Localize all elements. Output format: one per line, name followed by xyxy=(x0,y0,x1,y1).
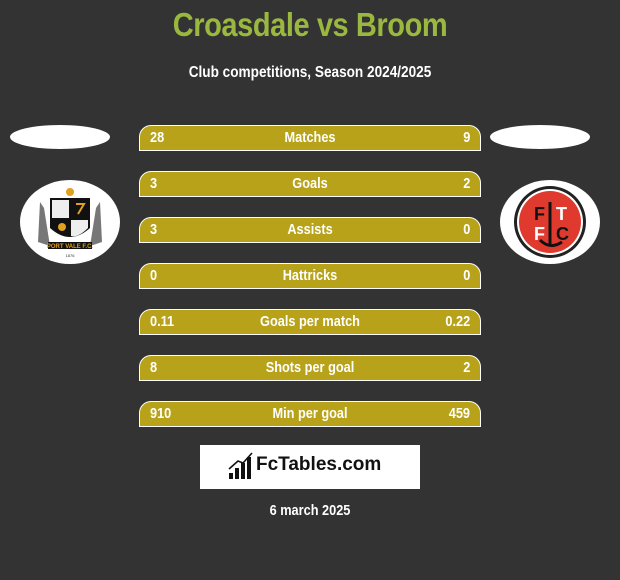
svg-text:C: C xyxy=(556,224,569,244)
left-team-logo[interactable]: PORT VALE F.C. 1876 xyxy=(20,180,120,264)
right-value: 0.22 xyxy=(445,313,470,330)
stat-row-min-per-goal: 910 Min per goal 459 xyxy=(139,401,481,427)
stat-label: Min per goal xyxy=(272,405,348,422)
stat-label: Goals xyxy=(292,175,328,192)
stat-row-goals-per-match: 0.11 Goals per match 0.22 xyxy=(139,309,481,335)
right-team-logo[interactable]: F T F C xyxy=(500,180,600,264)
stat-row-matches: 28 Matches 9 xyxy=(139,125,481,151)
right-team-oval xyxy=(490,125,590,149)
left-value: 0 xyxy=(150,267,158,284)
right-value: 2 xyxy=(462,359,470,376)
stat-row-hattricks: 0 Hattricks 0 xyxy=(139,263,481,289)
svg-text:T: T xyxy=(556,204,567,224)
stat-label: Assists xyxy=(287,221,333,238)
right-value: 459 xyxy=(448,405,470,422)
fctables-brand-link[interactable]: FcTables.com xyxy=(200,445,420,489)
page-title: Croasdale vs Broom xyxy=(172,6,448,43)
right-value: 0 xyxy=(462,267,470,284)
match-date: 6 march 2025 xyxy=(269,502,351,519)
stat-row-shots-per-goal: 8 Shots per goal 2 xyxy=(139,355,481,381)
right-value: 2 xyxy=(462,175,470,192)
competition-subtitle: Club competitions, Season 2024/2025 xyxy=(188,64,432,81)
right-value: 0 xyxy=(462,221,470,238)
svg-text:PORT VALE F.C.: PORT VALE F.C. xyxy=(47,244,94,250)
stat-label: Goals per match xyxy=(260,313,360,330)
left-value: 8 xyxy=(150,359,158,376)
left-team-oval xyxy=(10,125,110,149)
fleetwood-crest-icon: F T F C xyxy=(514,186,586,258)
stat-row-goals: 3 Goals 2 xyxy=(139,171,481,197)
svg-text:F: F xyxy=(534,204,545,224)
port-vale-crest-icon: PORT VALE F.C. 1876 xyxy=(38,188,102,258)
right-value: 9 xyxy=(462,129,470,146)
stat-label: Hattricks xyxy=(282,267,338,284)
stat-label: Shots per goal xyxy=(265,359,355,376)
bar-chart-icon xyxy=(228,452,253,479)
left-value: 3 xyxy=(150,221,158,238)
svg-text:1876: 1876 xyxy=(66,253,76,258)
brand-name: FcTables.com xyxy=(256,454,382,475)
left-value: 3 xyxy=(150,175,158,192)
left-value: 28 xyxy=(150,129,165,146)
stat-label: Matches xyxy=(284,129,336,146)
stat-row-assists: 3 Assists 0 xyxy=(139,217,481,243)
